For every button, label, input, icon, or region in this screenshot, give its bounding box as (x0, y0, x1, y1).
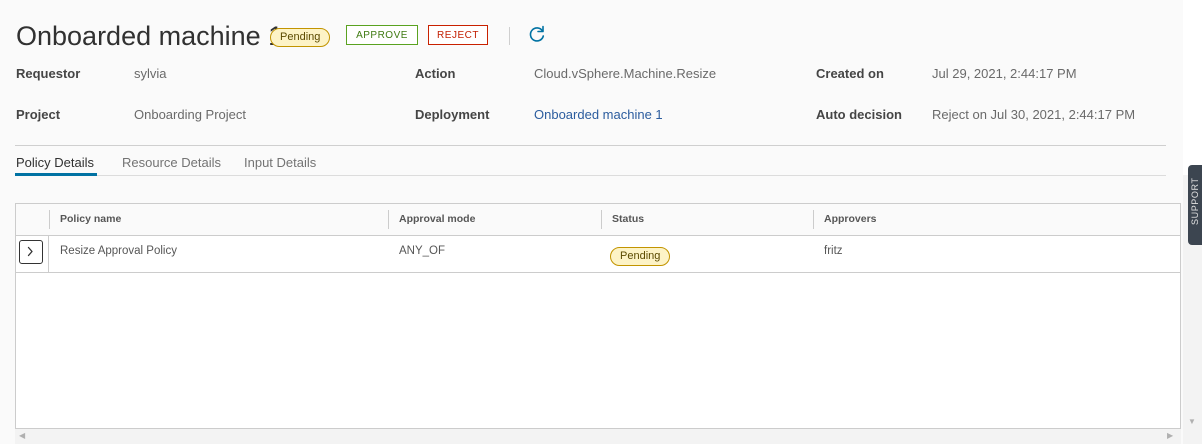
auto-decision-label: Auto decision (816, 107, 902, 122)
policy-grid: Policy name Approval mode Status Approve… (15, 203, 1181, 429)
page-title: Onboarded machine 1 (16, 21, 284, 51)
created-on-value: Jul 29, 2021, 2:44:17 PM (932, 66, 1077, 81)
action-value: Cloud.vSphere.Machine.Resize (534, 66, 717, 81)
column-header-policy-name[interactable]: Policy name (50, 204, 121, 235)
status-badge: Pending (610, 247, 671, 266)
requestor-value: sylvia (134, 66, 167, 81)
support-label: SUPPORT (1190, 177, 1200, 225)
header-divider (509, 27, 510, 45)
tabs-baseline (15, 175, 1166, 176)
column-separator[interactable] (813, 210, 814, 229)
deployment-label: Deployment (415, 107, 490, 122)
section-divider (15, 145, 1166, 146)
scroll-left-icon[interactable]: ◀ (19, 431, 25, 440)
column-header-approval-mode[interactable]: Approval mode (389, 204, 475, 235)
refresh-icon[interactable] (526, 23, 548, 45)
active-tab-indicator (15, 173, 97, 176)
reject-button[interactable]: REJECT (428, 25, 488, 45)
deployment-link[interactable]: Onboarded machine 1 (534, 107, 663, 122)
status-badge: Pending (270, 28, 331, 47)
created-on-label: Created on (816, 66, 884, 81)
row-expand-button[interactable] (19, 240, 43, 264)
chevron-right-icon (27, 246, 33, 257)
column-separator[interactable] (601, 210, 602, 229)
column-separator[interactable] (388, 210, 389, 229)
action-label: Action (415, 66, 456, 81)
requestor-label: Requestor (16, 66, 81, 81)
scroll-down-icon[interactable]: ▼ (1188, 417, 1196, 426)
scroll-right-icon[interactable]: ▶ (1167, 431, 1173, 440)
grid-header: Policy name Approval mode Status Approve… (16, 204, 1180, 236)
approve-button[interactable]: APPROVE (346, 25, 418, 45)
row-separator (48, 236, 49, 272)
column-header-status[interactable]: Status (602, 204, 644, 235)
tab-resource-details[interactable]: Resource Details (122, 155, 221, 170)
tab-policy-details[interactable]: Policy Details (16, 155, 94, 170)
column-header-approvers[interactable]: Approvers (814, 204, 877, 235)
support-tab[interactable]: SUPPORT (1188, 165, 1202, 245)
approval-mode-cell: ANY_OF (399, 245, 446, 257)
project-value: Onboarding Project (134, 107, 247, 122)
approval-detail-page: Onboarded machine 1 Pending APPROVE REJE… (0, 0, 1183, 444)
project-label: Project (16, 107, 61, 122)
policy-name-cell: Resize Approval Policy (60, 245, 177, 257)
approvers-cell: fritz (824, 245, 843, 257)
auto-decision-value: Reject on Jul 30, 2021, 2:44:17 PM (932, 107, 1136, 122)
tab-input-details[interactable]: Input Details (244, 155, 316, 170)
column-separator[interactable] (49, 210, 50, 229)
table-row: Resize Approval Policy ANY_OF Pending fr… (16, 236, 1180, 273)
horizontal-scrollbar[interactable]: ◀ ▶ (15, 429, 1181, 444)
